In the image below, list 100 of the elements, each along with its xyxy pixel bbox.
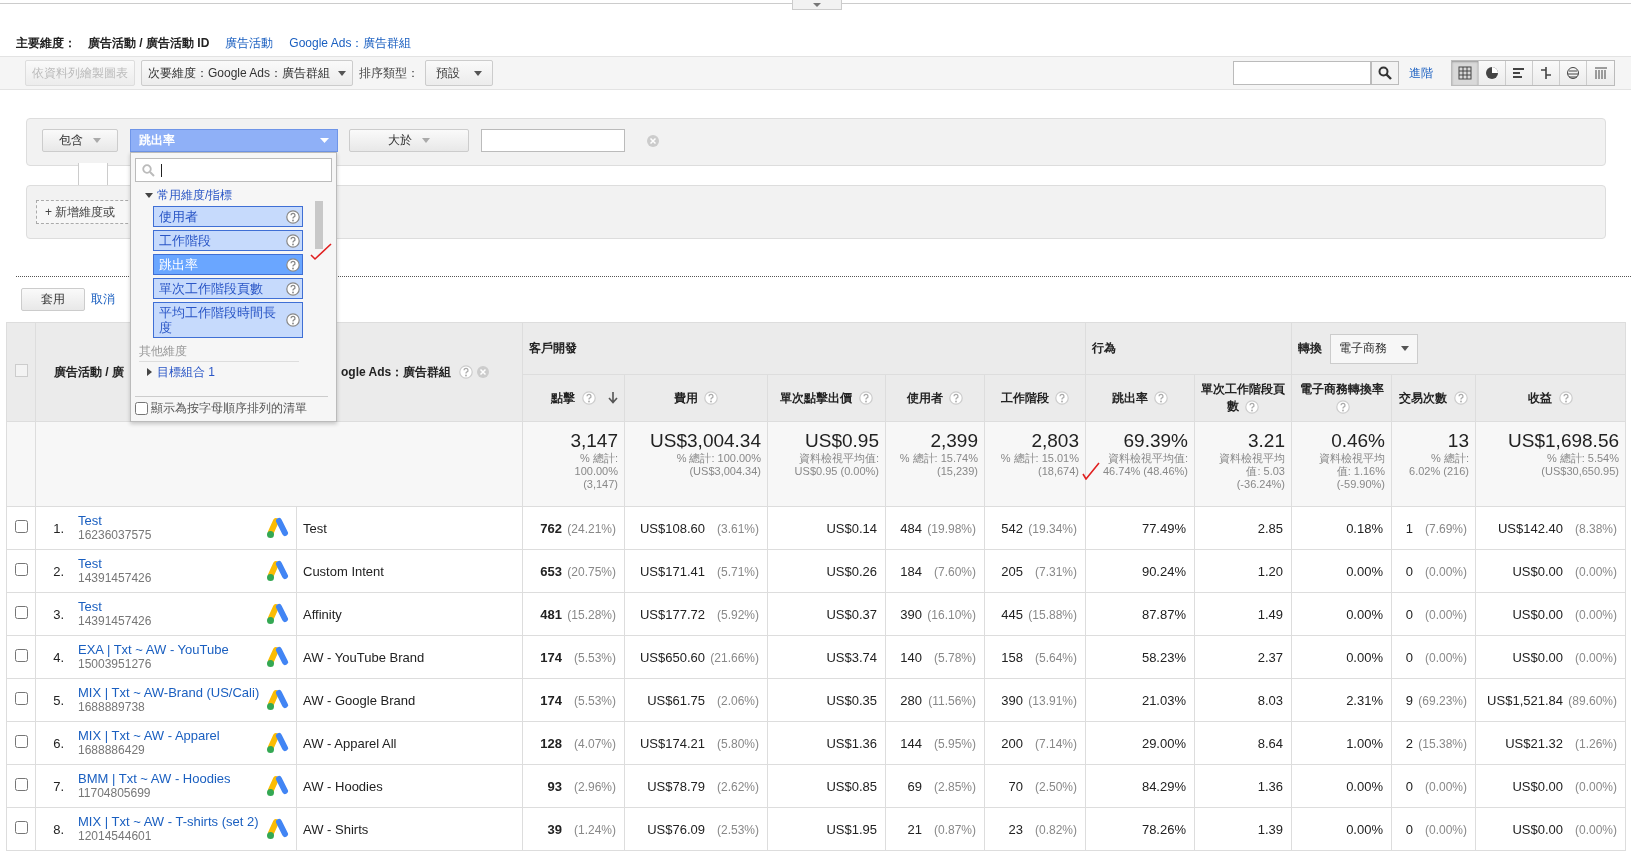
column-header[interactable]: 收益 xyxy=(1475,374,1626,422)
table-cell: 484 xyxy=(900,520,922,536)
campaign-id: 14391457426 xyxy=(78,571,153,585)
total-note: (US$30,650.95) xyxy=(1540,465,1619,478)
table-cell: 58.23% xyxy=(1141,649,1186,665)
share-percent: (19.98%) xyxy=(926,521,976,536)
column-header[interactable]: 交易次數 xyxy=(1391,374,1476,422)
table-cell: US$108.60 xyxy=(639,520,705,536)
total-value: US$0.95 xyxy=(804,430,879,452)
share-percent: (5.53%) xyxy=(572,693,616,708)
share-percent: (7.69%) xyxy=(1423,521,1467,536)
cancel-link[interactable]: 取消 xyxy=(91,291,115,308)
total-value: 3.21 xyxy=(1247,430,1285,452)
category-toggle[interactable]: 常用維度/指標 xyxy=(131,187,336,203)
table-cell: 23 xyxy=(1008,821,1023,837)
share-percent: (2.85%) xyxy=(932,779,976,794)
total-value: 0.46% xyxy=(1330,430,1385,452)
share-percent: (1.26%) xyxy=(1574,736,1617,751)
campaign-link[interactable]: BMM | Txt ~ AW - Hoodies xyxy=(78,772,266,786)
table-cell: AW - Shirts xyxy=(296,807,523,851)
table-cell: 77.49% xyxy=(1141,520,1186,536)
metric-option[interactable]: 單次工作階段頁數 xyxy=(153,278,303,299)
column-header[interactable]: 費用 xyxy=(624,374,768,422)
dimension-option[interactable]: 廣告活動 / 廣告活動 ID xyxy=(88,34,210,52)
secondary-dimension-dropdown[interactable]: 次要維度：Google Ads：廣告群組 xyxy=(141,60,354,86)
table-cell: US$142.40 xyxy=(1497,520,1563,536)
column-group-label: 客戶開發 xyxy=(529,340,577,357)
share-percent: (0.00%) xyxy=(1423,564,1467,579)
share-percent: (0.00%) xyxy=(1574,564,1617,579)
table-cell: US$0.26 xyxy=(826,563,877,579)
table-cell: 0.00% xyxy=(1346,649,1383,665)
total-note: (3,147) xyxy=(582,478,618,491)
share-percent: (24.21%) xyxy=(566,521,616,536)
row-number: 5. xyxy=(52,692,64,708)
metric-option[interactable]: 使用者 xyxy=(153,206,303,227)
share-percent: (21.66%) xyxy=(709,650,759,665)
advanced-link[interactable]: 進階 xyxy=(1409,64,1433,82)
table-cell: 128 xyxy=(540,735,562,751)
total-note: (15,239) xyxy=(936,465,978,478)
campaign-id: 15003951276 xyxy=(78,657,153,671)
column-header[interactable]: 使用者 xyxy=(885,374,985,422)
operator-dropdown[interactable]: 大於 xyxy=(349,129,469,152)
table-cell: 174 xyxy=(540,692,562,708)
share-percent: (0.87%) xyxy=(932,822,976,837)
campaign-link[interactable]: MIX | Txt ~ AW-Brand (US/Cali) xyxy=(78,686,266,700)
metric-option[interactable]: 平均工作階段時間長度 xyxy=(153,302,303,338)
column-header[interactable]: 跳出率 xyxy=(1085,374,1195,422)
table-cell: 78.26% xyxy=(1141,821,1186,837)
table-cell: US$21.32 xyxy=(1505,735,1563,751)
campaign-link[interactable]: MIX | Txt ~ AW - T-shirts (set 2) xyxy=(78,815,266,829)
table-cell: 653 xyxy=(540,563,562,579)
table-cell: US$0.37 xyxy=(826,606,877,622)
campaign-id: 1688889738 xyxy=(78,700,146,714)
column-header[interactable]: 工作階段 xyxy=(984,374,1086,422)
goal-set-dropdown[interactable]: 電子商務 xyxy=(1330,333,1418,364)
table-cell: AW - Google Brand xyxy=(296,678,523,722)
column-header[interactable]: 單次工作階段頁數 xyxy=(1194,374,1292,422)
total-note: 46.74% (48.46%) xyxy=(1102,465,1188,478)
primary-dimension-label: 主要維度： xyxy=(16,34,76,52)
total-note: % 總計: 15.01% xyxy=(999,452,1079,465)
campaign-link[interactable]: EXA | Txt ~ AW - YouTube xyxy=(78,643,266,657)
column-header[interactable]: 電子商務轉換率 xyxy=(1291,374,1392,422)
table-cell: US$0.35 xyxy=(826,692,877,708)
column-header[interactable]: 點擊 xyxy=(522,374,625,422)
column-header[interactable]: 單次點擊出價 xyxy=(767,374,886,422)
campaign-link[interactable]: MIX | Txt ~ AW - Apparel xyxy=(78,729,266,743)
column-group-label: 行為 xyxy=(1092,340,1116,357)
share-percent: (0.00%) xyxy=(1423,822,1467,837)
table-cell: 184 xyxy=(900,563,922,579)
table-cell: 29.00% xyxy=(1141,735,1186,751)
campaign-link[interactable]: Test xyxy=(78,600,266,614)
table-cell: 1.00% xyxy=(1346,735,1383,751)
share-percent: (0.00%) xyxy=(1574,607,1617,622)
share-percent: (7.14%) xyxy=(1033,736,1077,751)
total-note: % 總計: 15.74% xyxy=(898,452,978,465)
dimension-option[interactable]: 廣告活動 xyxy=(225,34,274,52)
table-cell: 2 xyxy=(1405,735,1413,751)
share-percent: (7.31%) xyxy=(1033,564,1077,579)
table-cell: US$0.00 xyxy=(1512,563,1563,579)
dimension-option[interactable]: Google Ads：廣告群組 xyxy=(289,34,412,52)
share-percent: (4.07%) xyxy=(572,736,616,751)
table-cell: 0 xyxy=(1405,563,1413,579)
table-cell: 205 xyxy=(1001,563,1023,579)
table-cell: 1.39 xyxy=(1257,821,1283,837)
table-cell: 0.00% xyxy=(1346,821,1383,837)
campaign-link[interactable]: Test xyxy=(78,514,266,528)
table-cell: 158 xyxy=(1001,649,1023,665)
table-cell: 0 xyxy=(1405,606,1413,622)
share-percent: (5.80%) xyxy=(715,736,759,751)
apply-button[interactable]: 套用 xyxy=(21,288,85,311)
total-note: % 總計: 100.00% xyxy=(675,452,761,465)
match-type-dropdown[interactable]: 包含 xyxy=(42,129,118,152)
campaign-id: 12014544601 xyxy=(78,829,153,843)
table-cell: 8.03 xyxy=(1257,692,1283,708)
campaign-link[interactable]: Test xyxy=(78,557,266,571)
table-cell: 280 xyxy=(900,692,922,708)
share-percent: (0.82%) xyxy=(1033,822,1077,837)
metric-option[interactable]: 工作階段 xyxy=(153,230,303,251)
share-percent: (2.53%) xyxy=(715,822,759,837)
sort-type-dropdown[interactable]: 預設 xyxy=(425,60,494,86)
